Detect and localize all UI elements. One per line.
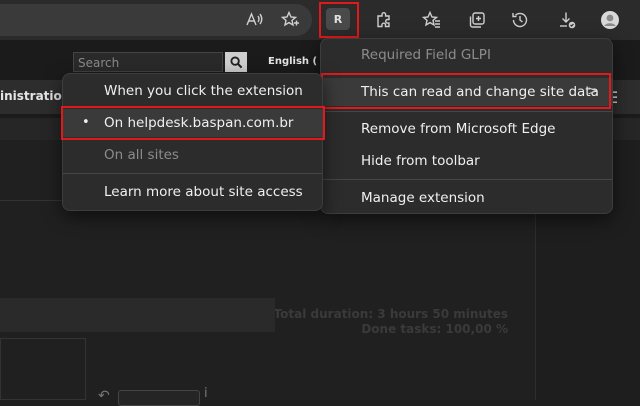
menu-separator [321,74,612,75]
favorites-icon[interactable] [418,6,446,34]
select-field[interactable] [118,390,200,406]
search-button[interactable] [225,52,247,72]
menu-item-remove[interactable]: Remove from Microsoft Edge [321,115,612,143]
total-duration: Total duration: 3 hours 50 minutes [273,307,508,321]
menu-item-on-click[interactable]: When you click the extension [63,77,322,105]
chevron-right-icon: > [587,84,598,99]
selected-bullet-icon: • [82,115,90,130]
menu-item-hide[interactable]: Hide from toolbar [321,147,612,175]
menu-item-extension-title: Required Field GLPI [361,47,491,63]
extensions-icon[interactable] [370,6,398,34]
menu-item-site-data[interactable]: This can read and change site data > [321,78,612,106]
search-input[interactable]: Search [73,52,223,72]
site-access-submenu: When you click the extension • On helpde… [62,73,323,211]
extension-r-button[interactable]: R [326,8,350,30]
extension-context-menu: Required Field GLPI This can read and ch… [320,38,613,214]
content-block [0,298,275,332]
profile-icon[interactable] [596,6,624,34]
read-aloud-icon[interactable] [240,6,268,34]
menu-separator [321,179,612,180]
menu-separator [63,173,322,174]
info-icon[interactable]: i [204,386,208,401]
task-totals: Total duration: 3 hours 50 minutes Done … [260,307,508,337]
collections-icon[interactable] [463,6,491,34]
menu-item-all-sites: On all sites [104,147,179,163]
menu-separator [321,111,612,112]
history-icon[interactable] [506,6,534,34]
language-selector[interactable]: English ( [268,56,317,67]
undo-icon[interactable]: ↶ [98,388,110,404]
menu-item-on-site[interactable]: • On helpdesk.baspan.com.br [63,109,322,137]
timeline-box [0,338,86,400]
add-favorite-icon[interactable] [276,6,304,34]
done-tasks: Done tasks: 100,00 % [361,322,508,336]
browser-toolbar: R [0,0,640,40]
downloads-icon[interactable] [553,6,581,34]
menu-item-learn-more[interactable]: Learn more about site access [63,178,322,206]
menu-item-manage[interactable]: Manage extension [321,184,612,212]
nav-item-administration[interactable]: inistratio [0,89,62,103]
search-icon [229,55,242,68]
